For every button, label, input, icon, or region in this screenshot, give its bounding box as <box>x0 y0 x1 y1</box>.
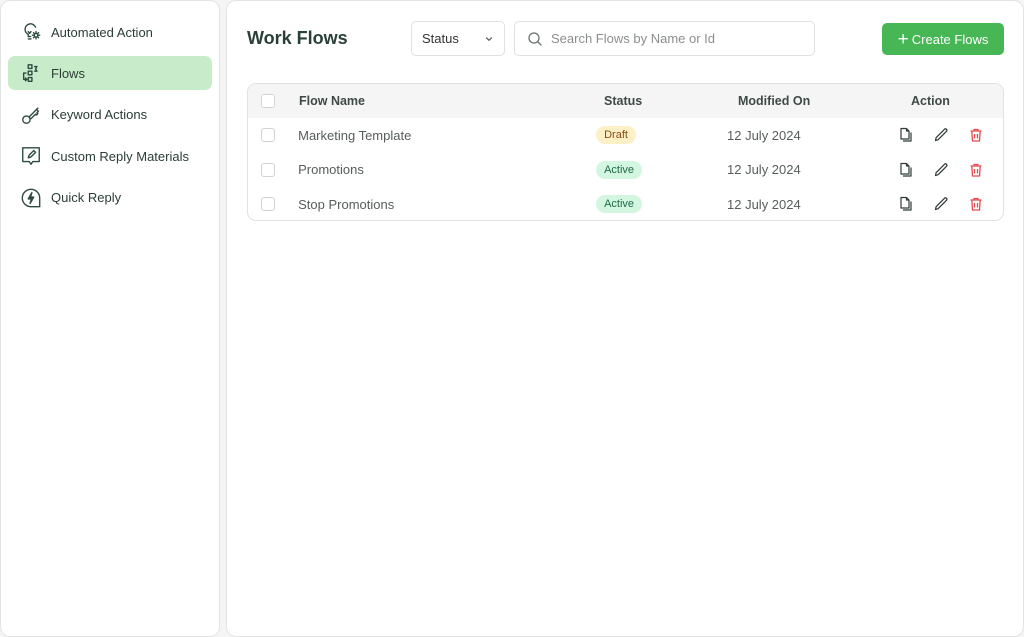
chevron-down-icon <box>485 36 493 41</box>
table-row: Promotions Active 12 July 2024 <box>248 153 1003 188</box>
column-header-flow-name: Flow Name <box>299 94 365 108</box>
search-field[interactable] <box>514 21 815 56</box>
edit-icon[interactable] <box>933 196 949 212</box>
sidebar-item-custom-reply-materials[interactable]: Custom Reply Materials <box>8 139 212 173</box>
modified-date: 12 July 2024 <box>727 196 801 212</box>
bolt-chat-icon <box>20 187 42 209</box>
column-header-status: Status <box>604 94 643 108</box>
modified-date: 12 July 2024 <box>727 127 801 143</box>
sidebar-item-label: Quick Reply <box>51 190 122 206</box>
table-header: Flow Name Status Modified On Action <box>248 84 1003 118</box>
status-filter-dropdown[interactable]: Status <box>411 21 505 56</box>
chat-edit-icon <box>20 145 42 167</box>
flow-name: Promotions <box>298 162 364 178</box>
row-checkbox[interactable] <box>261 197 275 212</box>
status-badge: Active <box>596 195 643 214</box>
flow-name: Stop Promotions <box>298 196 395 212</box>
sidebar-item-flows[interactable]: Flows <box>8 56 212 91</box>
duplicate-icon[interactable] <box>898 196 914 212</box>
create-flows-label: Create Flows <box>911 31 989 47</box>
create-flows-button[interactable]: + Create Flows <box>882 23 1004 55</box>
table-row: Stop Promotions Active 12 July 2024 <box>248 187 1003 220</box>
page-title: Work Flows <box>247 28 348 48</box>
main-panel: Work Flows Status + Create Flows Flow Na… <box>226 0 1024 637</box>
sidebar-item-label: Flows <box>51 65 85 81</box>
table-row: Marketing Template Draft 12 July 2024 <box>248 118 1003 153</box>
sidebar-item-label: Automated Action <box>51 24 153 40</box>
delete-icon[interactable] <box>968 196 984 212</box>
flow-icon <box>20 62 42 84</box>
flows-table: Flow Name Status Modified On Action Mark… <box>247 83 1004 221</box>
sidebar-item-quick-reply[interactable]: Quick Reply <box>8 181 212 215</box>
duplicate-icon[interactable] <box>898 162 914 178</box>
status-badge: Active <box>596 160 643 179</box>
delete-icon[interactable] <box>968 127 984 143</box>
status-badge: Draft <box>596 126 636 145</box>
duplicate-icon[interactable] <box>898 127 914 143</box>
modified-date: 12 July 2024 <box>727 162 801 178</box>
sidebar: Automated Action Flows Keyword Actions C… <box>0 0 220 637</box>
search-input[interactable] <box>551 31 802 46</box>
bulb-gear-icon <box>20 21 42 43</box>
edit-icon[interactable] <box>933 127 949 143</box>
sidebar-item-automated-action[interactable]: Automated Action <box>8 15 212 49</box>
plus-icon: + <box>897 28 909 50</box>
flow-name: Marketing Template <box>298 127 412 143</box>
column-header-modified-on: Modified On <box>738 94 811 108</box>
sidebar-item-label: Keyword Actions <box>51 107 148 123</box>
status-filter-value: Status <box>422 31 459 46</box>
sidebar-item-keyword-actions[interactable]: Keyword Actions <box>8 98 212 132</box>
row-checkbox[interactable] <box>261 162 275 177</box>
row-checkbox[interactable] <box>261 128 275 143</box>
sidebar-item-label: Custom Reply Materials <box>51 148 189 164</box>
key-icon <box>20 104 42 126</box>
edit-icon[interactable] <box>933 162 949 178</box>
column-header-action: Action <box>911 94 950 108</box>
select-all-checkbox[interactable] <box>261 94 275 108</box>
search-icon <box>528 31 542 46</box>
delete-icon[interactable] <box>968 162 984 178</box>
